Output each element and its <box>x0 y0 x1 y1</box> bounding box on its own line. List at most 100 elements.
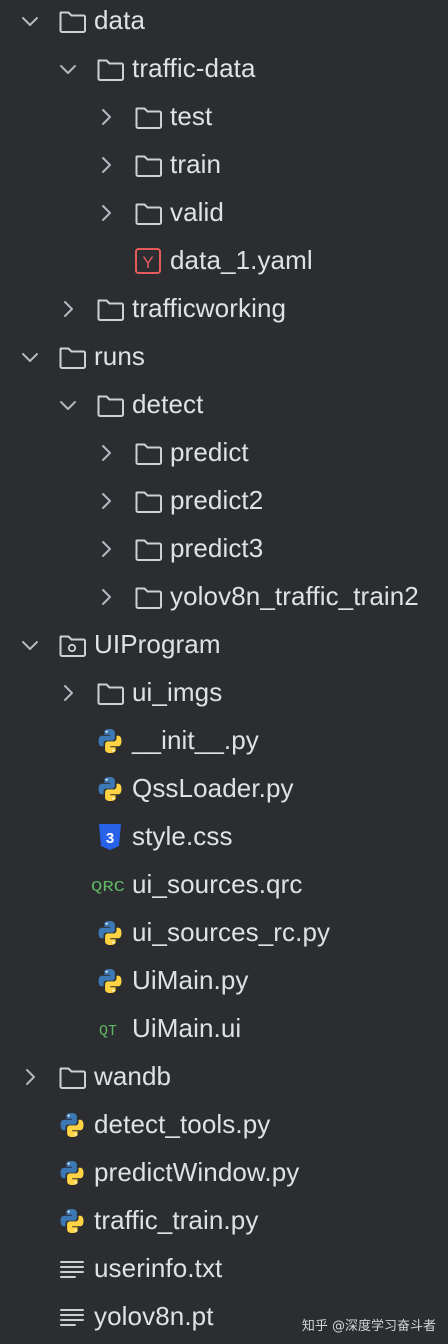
chevron-down-icon[interactable] <box>18 633 42 657</box>
folder-icon <box>133 486 163 516</box>
tree-item-label: __init__.py <box>132 725 259 755</box>
chevron-right-icon[interactable] <box>94 585 118 609</box>
folder-icon <box>95 54 125 84</box>
qt-ui-file-icon: QT <box>95 1014 125 1044</box>
tree-item-wandb[interactable]: wandb <box>0 1053 448 1101</box>
python-file-icon <box>95 966 125 996</box>
tree-item-label: userinfo.txt <box>94 1253 223 1283</box>
tree-item-label: runs <box>94 341 145 371</box>
yaml-file-icon: Y <box>133 246 163 276</box>
chevron-down-icon[interactable] <box>18 9 42 33</box>
tree-item-traffic-train-py[interactable]: traffic_train.py <box>0 1197 448 1245</box>
tree-item-label: traffic-data <box>132 53 256 83</box>
text-file-icon <box>57 1254 87 1284</box>
python-file-icon <box>57 1158 87 1188</box>
chevron-right-icon[interactable] <box>94 441 118 465</box>
chevron-right-icon[interactable] <box>94 153 118 177</box>
tree-item-label: ui_imgs <box>132 677 223 707</box>
text-file-icon <box>57 1302 87 1332</box>
folder-icon <box>57 6 87 36</box>
tree-item-userinfo-txt[interactable]: userinfo.txt <box>0 1245 448 1293</box>
tree-item-predict2[interactable]: predict2 <box>0 477 448 525</box>
tree-item-label: ui_sources_rc.py <box>132 917 331 947</box>
chevron-right-icon[interactable] <box>56 297 80 321</box>
package-folder-icon <box>57 630 87 660</box>
tree-item-label: data_1.yaml <box>170 245 313 275</box>
tree-item-detect-tools-py[interactable]: detect_tools.py <box>0 1101 448 1149</box>
chevron-down-icon[interactable] <box>18 345 42 369</box>
folder-icon <box>57 1062 87 1092</box>
tree-item-traffic-data[interactable]: traffic-data <box>0 45 448 93</box>
folder-icon <box>95 294 125 324</box>
tree-item-label: valid <box>170 197 224 227</box>
tree-item-data-1-yaml[interactable]: Ydata_1.yaml <box>0 237 448 285</box>
qrc-file-icon: QRC <box>91 870 127 900</box>
tree-item-label: train <box>170 149 222 179</box>
tree-item-label: predictWindow.py <box>94 1157 300 1187</box>
tree-item-style-css[interactable]: 3 style.css <box>0 813 448 861</box>
chevron-right-icon[interactable] <box>94 489 118 513</box>
tree-item-label: ui_sources.qrc <box>132 869 303 899</box>
tree-item-yolov8n-traffic-train2[interactable]: yolov8n_traffic_train2 <box>0 573 448 621</box>
chevron-right-icon[interactable] <box>94 105 118 129</box>
folder-icon <box>133 582 163 612</box>
python-file-icon <box>95 918 125 948</box>
chevron-down-icon[interactable] <box>56 393 80 417</box>
python-file-icon <box>95 726 125 756</box>
tree-item-label: wandb <box>94 1061 172 1091</box>
tree-item-uimain-py[interactable]: UiMain.py <box>0 957 448 1005</box>
tree-item-predict3[interactable]: predict3 <box>0 525 448 573</box>
tree-item-detect[interactable]: detect <box>0 381 448 429</box>
tree-item-runs[interactable]: runs <box>0 333 448 381</box>
chevron-right-icon[interactable] <box>94 537 118 561</box>
folder-icon <box>133 534 163 564</box>
tree-item-ui-imgs[interactable]: ui_imgs <box>0 669 448 717</box>
tree-item-valid[interactable]: valid <box>0 189 448 237</box>
folder-icon <box>95 678 125 708</box>
tree-item-label: data <box>94 5 146 35</box>
folder-icon <box>57 342 87 372</box>
tree-item-predict[interactable]: predict <box>0 429 448 477</box>
python-file-icon <box>95 774 125 804</box>
project-tree: data traffic-data test train valid Ydata_1.ya… <box>0 0 448 1344</box>
svg-text:QT: QT <box>99 1023 117 1040</box>
tree-item-predictwindow-py[interactable]: predictWindow.py <box>0 1149 448 1197</box>
folder-icon <box>133 150 163 180</box>
tree-item-ui-sources-rc-py[interactable]: ui_sources_rc.py <box>0 909 448 957</box>
tree-item-data[interactable]: data <box>0 0 448 45</box>
python-file-icon <box>57 1206 87 1236</box>
python-file-icon <box>57 1110 87 1140</box>
tree-item-label: UIProgram <box>94 629 221 659</box>
folder-icon <box>95 390 125 420</box>
chevron-down-icon[interactable] <box>56 57 80 81</box>
css-file-icon: 3 <box>95 822 125 852</box>
tree-item-qssloader-py[interactable]: QssLoader.py <box>0 765 448 813</box>
tree-item-label: test <box>170 101 213 131</box>
chevron-right-icon[interactable] <box>94 201 118 225</box>
tree-item-label: traffic_train.py <box>94 1205 259 1235</box>
watermark-text: 知乎 @深度学习奋斗者 <box>301 1319 436 1334</box>
tree-item-label: detect_tools.py <box>94 1109 271 1139</box>
svg-text:Y: Y <box>142 253 153 272</box>
folder-icon <box>133 438 163 468</box>
folder-icon <box>133 102 163 132</box>
tree-item-test[interactable]: test <box>0 93 448 141</box>
tree-item-label: UiMain.py <box>132 965 249 995</box>
tree-item-label: predict2 <box>170 485 264 515</box>
svg-text:3: 3 <box>106 830 114 847</box>
tree-item-label: QssLoader.py <box>132 773 294 803</box>
tree-item-init-py[interactable]: __init__.py <box>0 717 448 765</box>
tree-item-label: trafficworking <box>132 293 287 323</box>
tree-item-trafficworking[interactable]: trafficworking <box>0 285 448 333</box>
tree-item-label: style.css <box>132 821 233 851</box>
tree-item-uiprogram[interactable]: UIProgram <box>0 621 448 669</box>
chevron-right-icon[interactable] <box>18 1065 42 1089</box>
tree-item-label: UiMain.ui <box>132 1013 242 1043</box>
tree-item-ui-sources-qrc[interactable]: QRC ui_sources.qrc <box>0 861 448 909</box>
tree-item-label: yolov8n_traffic_train2 <box>170 581 419 611</box>
tree-item-uimain-ui[interactable]: QT UiMain.ui <box>0 1005 448 1053</box>
chevron-right-icon[interactable] <box>56 681 80 705</box>
tree-item-label: detect <box>132 389 204 419</box>
tree-item-train[interactable]: train <box>0 141 448 189</box>
tree-item-label: predict3 <box>170 533 264 563</box>
